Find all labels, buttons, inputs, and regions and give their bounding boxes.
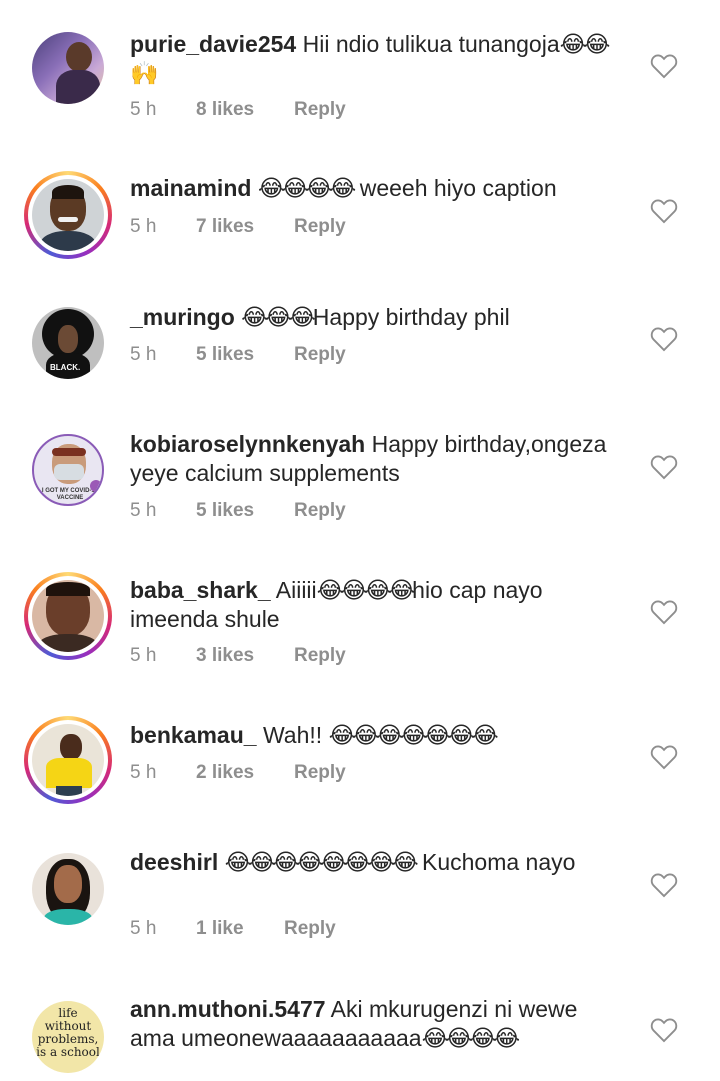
comment-time: 5 h	[130, 645, 157, 666]
reply-button[interactable]: Reply	[294, 762, 346, 784]
comment-emoji: 😂😂😂	[241, 304, 316, 330]
comment-username[interactable]: deeshirl	[130, 849, 218, 875]
comment-emoji: 😂😂😂😂	[421, 1025, 520, 1051]
comment-time: 5 h	[130, 500, 157, 521]
likes-count[interactable]: 3 likes	[196, 645, 294, 667]
comment-time: 5 h	[130, 762, 157, 783]
comment-username[interactable]: ann.muthoni.5477	[130, 996, 326, 1022]
avatar-caption: life without problems, is a school	[36, 1006, 100, 1059]
avatar-caption: BLACK.	[50, 363, 81, 372]
reply-button[interactable]: Reply	[294, 99, 346, 121]
comment-emoji: 😂😂😂😂😂😂😂	[328, 722, 499, 748]
heart-icon[interactable]	[650, 53, 678, 79]
likes-count[interactable]: 8 likes	[196, 99, 294, 121]
likes-count[interactable]: 5 likes	[196, 500, 294, 522]
heart-icon[interactable]	[650, 599, 678, 625]
reply-button[interactable]: Reply	[284, 918, 336, 940]
avatar[interactable]: life without problems, is a school	[24, 993, 112, 1081]
comment-emoji: 😂😂😂😂	[316, 577, 415, 603]
reply-button[interactable]: Reply	[294, 500, 346, 522]
avatar[interactable]: I GOT MY COVID-19 VACCINE	[24, 426, 112, 514]
comment-text: Aiiiii	[275, 577, 317, 603]
comment-username[interactable]: purie_davie254	[130, 31, 296, 57]
likes-count[interactable]: 7 likes	[196, 216, 294, 238]
comment-time: 5 h	[130, 344, 157, 365]
likes-count[interactable]: 1 like	[196, 918, 284, 940]
heart-icon[interactable]	[650, 1017, 678, 1043]
heart-icon[interactable]	[650, 744, 678, 770]
heart-icon[interactable]	[650, 326, 678, 352]
comment-username[interactable]: benkamau_	[130, 722, 257, 748]
avatar[interactable]	[24, 572, 112, 660]
avatar[interactable]	[24, 171, 112, 259]
avatar[interactable]	[24, 845, 112, 933]
comment-text: Kuchoma nayo	[422, 849, 576, 875]
comment-time: 5 h	[130, 99, 157, 120]
comment-text: Wah!!	[262, 722, 323, 748]
reply-button[interactable]: Reply	[294, 344, 346, 366]
comment-text: Hii ndio tulikua tunangoja	[302, 31, 560, 57]
comment-time: 5 h	[130, 918, 157, 939]
comment-username[interactable]: kobiaroselynnkenyah	[130, 431, 365, 457]
likes-count[interactable]: 2 likes	[196, 762, 294, 784]
heart-icon[interactable]	[650, 872, 678, 898]
comment-emoji: 😂😂😂😂	[257, 175, 356, 201]
likes-count[interactable]: 5 likes	[196, 344, 294, 366]
comment-emoji: 😂😂😂😂😂😂😂😂	[224, 849, 419, 875]
avatar[interactable]	[24, 24, 112, 112]
comment-username[interactable]: baba_shark_	[130, 577, 271, 603]
avatar[interactable]: BLACK.	[24, 299, 112, 387]
comment-time: 5 h	[130, 216, 157, 237]
comment-username[interactable]: _muringo	[130, 304, 235, 330]
avatar[interactable]	[24, 716, 112, 804]
comment-text: weeeh hiyo caption	[359, 175, 557, 201]
comment-username[interactable]: mainamind	[130, 175, 251, 201]
comment-text: Happy birthday phil	[312, 304, 510, 330]
heart-icon[interactable]	[650, 198, 678, 224]
reply-button[interactable]: Reply	[294, 645, 346, 667]
heart-icon[interactable]	[650, 454, 678, 480]
reply-button[interactable]: Reply	[294, 216, 346, 238]
